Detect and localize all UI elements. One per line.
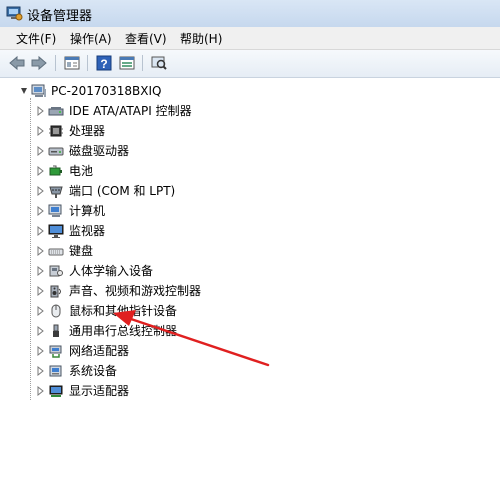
sound-icon [50,285,61,298]
tree-connector-line [30,98,31,400]
keyboard-icon [48,248,64,256]
menu-bar: 文件(F) 操作(A) 查看(V) 帮助(H) [0,27,500,50]
expand-icon[interactable] [36,206,44,216]
tree-item-label: 显示适配器 [69,384,130,398]
menu-help[interactable]: 帮助(H) [177,30,225,47]
tree-item-label: 端口 (COM 和 LPT) [69,184,176,198]
usb-icon [53,324,59,337]
menu-file[interactable]: 文件(F) [13,30,59,47]
menu-action[interactable]: 操作(A) [67,30,115,47]
expand-icon[interactable] [36,186,44,196]
tree-item-label: 计算机 [69,204,106,218]
tree-item-label: 键盘 [69,244,94,258]
tree-item-label: 磁盘驱动器 [69,144,130,158]
monitor-icon [48,224,64,238]
tree-item-label: 人体学输入设备 [69,264,154,278]
display-adapter-icon [49,385,63,397]
svg-text:?: ? [100,57,107,71]
expand-icon[interactable] [36,346,44,356]
expand-icon[interactable] [36,386,44,396]
tree-item-label: IDE ATA/ATAPI 控制器 [69,104,192,118]
network-icon [49,345,62,358]
view-icon[interactable] [118,54,136,72]
disk-drive-icon [48,147,64,156]
toolbar-separator [87,55,88,71]
toolbar-separator [55,55,56,71]
device-tree: PC-20170318BXIQ IDE ATA/ATAPI 控制器 处理器磁盘驱动… [0,78,500,400]
expand-icon[interactable] [36,326,44,336]
expand-icon[interactable] [36,146,44,156]
battery-icon [49,165,62,176]
mouse-icon [51,304,61,318]
system-icon [49,365,62,377]
tree-item-label: 系统设备 [69,364,118,378]
processor-icon [49,125,63,137]
expand-icon[interactable] [36,306,44,316]
tree-root-label: PC-20170318BXIQ [51,84,162,98]
expand-icon[interactable] [36,366,44,376]
tree-item-label: 监视器 [69,224,106,238]
tree-item-label: 声音、视频和游戏控制器 [69,284,202,298]
device-manager-icon [6,6,23,21]
expand-icon[interactable] [36,126,44,136]
computer-icon [31,84,46,97]
toolbar-separator [142,55,143,71]
tree-item-label: 通用串行总线控制器 [69,324,178,338]
toolbar: ? [0,50,500,78]
expand-icon[interactable] [36,286,44,296]
expand-icon[interactable] [36,246,44,256]
forward-icon[interactable] [30,54,48,72]
window-title: 设备管理器 [27,9,93,24]
collapse-icon[interactable] [20,86,28,96]
help-icon[interactable]: ? [95,54,113,72]
tree-item-label: 网络适配器 [69,344,130,358]
title-bar: 设备管理器 [0,0,500,27]
back-icon[interactable] [8,54,26,72]
ide-controller-icon [48,107,64,116]
menu-view[interactable]: 查看(V) [122,30,170,47]
tree-item-label: 鼠标和其他指针设备 [69,304,178,318]
expand-icon[interactable] [36,226,44,236]
port-icon [49,186,63,198]
expand-icon[interactable] [36,106,44,116]
tree-item-label: 处理器 [69,124,106,138]
computer-icon [48,204,62,217]
tree-item-label: 电池 [69,164,94,178]
expand-icon[interactable] [36,166,44,176]
properties-icon[interactable] [63,54,81,72]
scan-icon[interactable] [150,54,168,72]
expand-icon[interactable] [36,266,44,276]
hid-icon [49,265,63,277]
